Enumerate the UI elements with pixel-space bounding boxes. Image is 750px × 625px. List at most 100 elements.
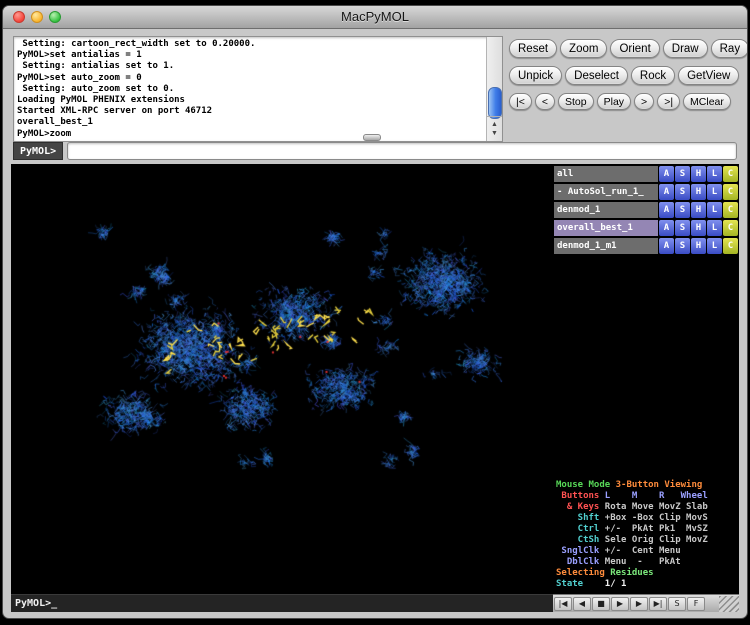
- playback-button-2[interactable]: ■: [592, 597, 610, 611]
- window-title: MacPyMOL: [3, 9, 747, 24]
- object-panel: allASHLC- AutoSol_run_1_ASHLCdenmod_1ASH…: [554, 166, 738, 256]
- playback-button-4[interactable]: ▶: [630, 597, 648, 611]
- mouse-panel-text: Rota Move MovZ Slab: [605, 502, 708, 512]
- control-button-getview[interactable]: GetView: [678, 66, 739, 85]
- control-button-zoom[interactable]: Zoom: [560, 39, 607, 58]
- viewer-area: PyMOL>_ allASHLC- AutoSol_run_1_ASHLCden…: [11, 164, 739, 612]
- object-row: allASHLC: [554, 166, 738, 182]
- object-action-h-button[interactable]: H: [691, 202, 706, 218]
- control-button-deselect[interactable]: Deselect: [565, 66, 628, 85]
- control-button-play[interactable]: Play: [597, 93, 631, 110]
- mouse-panel-text: Buttons: [556, 491, 605, 501]
- console-line: Setting: antialias set to 1.: [17, 61, 484, 72]
- object-row: overall_best_1ASHLC: [554, 220, 738, 236]
- object-action-l-button[interactable]: L: [707, 166, 722, 182]
- control-button-draw[interactable]: Draw: [663, 39, 708, 58]
- mouse-panel-text: State: [556, 579, 589, 589]
- playback-button-5[interactable]: ▶|: [649, 597, 667, 611]
- mouse-panel-line: & Keys Rota Move MovZ Slab: [556, 502, 739, 513]
- object-action-a-button[interactable]: A: [659, 202, 674, 218]
- object-action-c-button[interactable]: C: [723, 166, 738, 182]
- scroll-up-icon[interactable]: ▲: [491, 120, 498, 129]
- scrollbar-arrows[interactable]: ▲ ▼: [487, 116, 502, 141]
- object-action-a-button[interactable]: A: [659, 184, 674, 200]
- mouse-panel-text: +/- PkAt Pk1 MvSZ: [605, 524, 708, 534]
- mouse-panel-line[interactable]: Mouse Mode 3-Button Viewing: [556, 480, 739, 491]
- control-button-btn[interactable]: |<: [509, 93, 532, 110]
- object-action-c-button[interactable]: C: [723, 202, 738, 218]
- titlebar[interactable]: MacPyMOL: [3, 6, 747, 29]
- mouse-panel-text: Ctrl: [556, 524, 605, 534]
- object-name[interactable]: denmod_1: [554, 202, 658, 218]
- mouse-panel: Mouse Mode 3-Button Viewing Buttons L M …: [556, 480, 739, 590]
- splitter-handle[interactable]: [363, 134, 381, 141]
- console-scrollbar[interactable]: ▲ ▼: [486, 37, 502, 141]
- control-row-2: UnpickDeselectRockGetView: [509, 66, 739, 85]
- control-button-stop[interactable]: Stop: [558, 93, 594, 110]
- playback-button-6[interactable]: S: [668, 597, 686, 611]
- playback-button-3[interactable]: ▶: [611, 597, 629, 611]
- control-button-mclear[interactable]: MClear: [683, 93, 731, 110]
- mouse-panel-line: DblClk Menu - PkAt: [556, 557, 739, 568]
- object-action-s-button[interactable]: S: [675, 166, 690, 182]
- object-action-l-button[interactable]: L: [707, 202, 722, 218]
- object-action-a-button[interactable]: A: [659, 166, 674, 182]
- object-action-s-button[interactable]: S: [675, 184, 690, 200]
- object-action-c-button[interactable]: C: [723, 220, 738, 236]
- right-panel: allASHLC- AutoSol_run_1_ASHLCdenmod_1ASH…: [553, 164, 739, 612]
- mouse-panel-text: Sele Orig Clip MovZ: [605, 535, 708, 545]
- object-action-s-button[interactable]: S: [675, 202, 690, 218]
- playback-button-0[interactable]: |◀: [554, 597, 572, 611]
- object-action-a-button[interactable]: A: [659, 238, 674, 254]
- object-action-h-button[interactable]: H: [691, 184, 706, 200]
- mouse-panel-text: Residues: [610, 568, 653, 578]
- mouse-panel-text: Menu - PkAt: [605, 557, 681, 567]
- molecular-viewport[interactable]: [11, 164, 553, 594]
- object-name[interactable]: all: [554, 166, 658, 182]
- console-line: Started XML-RPC server on port 46712: [17, 106, 484, 117]
- object-action-l-button[interactable]: L: [707, 238, 722, 254]
- mouse-panel-line[interactable]: State 1/ 1: [556, 579, 739, 590]
- object-action-s-button[interactable]: S: [675, 220, 690, 236]
- object-action-l-button[interactable]: L: [707, 220, 722, 236]
- object-name[interactable]: - AutoSol_run_1_: [554, 184, 658, 200]
- object-name[interactable]: overall_best_1: [554, 220, 658, 236]
- object-action-s-button[interactable]: S: [675, 238, 690, 254]
- object-action-h-button[interactable]: H: [691, 238, 706, 254]
- mouse-panel-text: SnglClk: [556, 546, 605, 556]
- mouse-panel-text: +Box -Box Clip MovS: [605, 513, 708, 523]
- control-button-orient[interactable]: Orient: [610, 39, 659, 58]
- mouse-panel-text: 1/ 1: [589, 579, 627, 589]
- control-button-btn[interactable]: >: [634, 93, 654, 110]
- mouse-panel-text: L M R Wheel: [605, 491, 708, 501]
- control-button-rock[interactable]: Rock: [631, 66, 675, 85]
- control-row-1: ResetZoomOrientDrawRay: [509, 39, 748, 58]
- control-button-ray[interactable]: Ray: [711, 39, 748, 58]
- control-button-unpick[interactable]: Unpick: [509, 66, 562, 85]
- object-name[interactable]: denmod_1_m1: [554, 238, 658, 254]
- resize-grip[interactable]: [719, 596, 739, 612]
- object-action-c-button[interactable]: C: [723, 184, 738, 200]
- mouse-panel-text: CtSh: [556, 535, 605, 545]
- scroll-down-icon[interactable]: ▼: [491, 129, 498, 138]
- control-button-btn[interactable]: >|: [657, 93, 680, 110]
- control-button-btn[interactable]: <: [535, 93, 555, 110]
- mouse-panel-line: Shft +Box -Box Clip MovS: [556, 513, 739, 524]
- playback-button-7[interactable]: F: [687, 597, 705, 611]
- object-action-a-button[interactable]: A: [659, 220, 674, 236]
- console-log[interactable]: Setting: cartoon_rect_width set to 0.200…: [13, 36, 503, 142]
- scrollbar-thumb[interactable]: [488, 87, 502, 119]
- mouse-panel-text: 3-Button Viewing: [616, 480, 703, 490]
- control-button-reset[interactable]: Reset: [509, 39, 557, 58]
- command-input[interactable]: [67, 142, 737, 160]
- mouse-panel-text: DblClk: [556, 557, 605, 567]
- object-action-c-button[interactable]: C: [723, 238, 738, 254]
- object-action-h-button[interactable]: H: [691, 166, 706, 182]
- mouse-panel-line[interactable]: Selecting Residues: [556, 568, 739, 579]
- object-action-l-button[interactable]: L: [707, 184, 722, 200]
- object-row: denmod_1ASHLC: [554, 202, 738, 218]
- playback-button-1[interactable]: ◀: [573, 597, 591, 611]
- object-action-h-button[interactable]: H: [691, 220, 706, 236]
- mouse-panel-line: SnglClk +/- Cent Menu: [556, 546, 739, 557]
- mouse-panel-line: Buttons L M R Wheel: [556, 491, 739, 502]
